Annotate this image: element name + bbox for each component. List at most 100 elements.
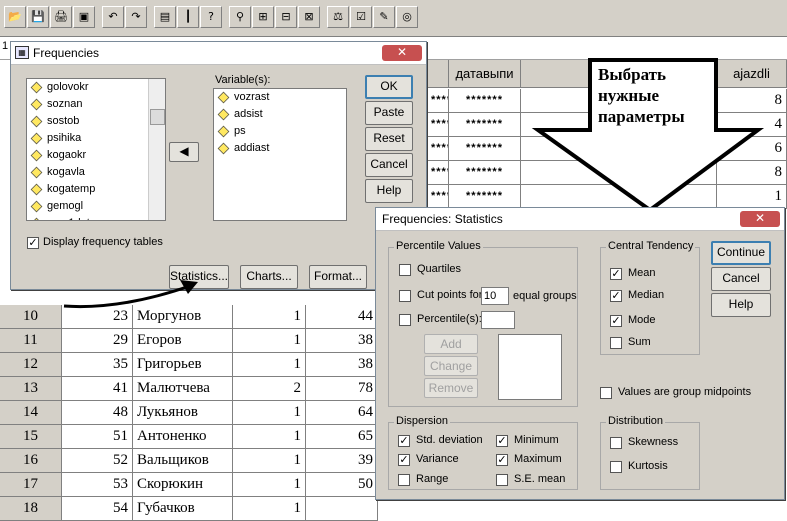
goto-case-icon[interactable]: ┃ <box>177 6 199 28</box>
row-number[interactable]: 12 <box>0 353 62 377</box>
table-cell[interactable]: 64 <box>306 401 378 425</box>
skewness-checkbox[interactable] <box>610 437 622 449</box>
table-cell[interactable]: ******* <box>449 185 521 209</box>
add-button[interactable]: Add <box>424 334 478 354</box>
column-header[interactable]: датавыпи <box>449 60 521 88</box>
selected-variable-item[interactable]: addiast <box>214 140 346 157</box>
table-cell[interactable]: Скорюкин <box>133 473 233 497</box>
table-cell[interactable]: 35 <box>62 353 133 377</box>
kurtosis-checkbox[interactable] <box>610 461 622 473</box>
cancel-button[interactable]: Cancel <box>365 153 413 177</box>
open-icon[interactable]: 📂 <box>4 6 26 28</box>
find-icon[interactable]: ⚲ <box>229 6 251 28</box>
table-cell[interactable]: ******* <box>427 89 449 113</box>
minimum-checkbox[interactable]: ✓ <box>496 435 508 447</box>
select-cases-icon[interactable]: ☑ <box>350 6 372 28</box>
percentiles-checkbox[interactable] <box>399 314 411 326</box>
row-number[interactable]: 13 <box>0 377 62 401</box>
variable-list-item[interactable]: golovokr <box>27 79 165 96</box>
table-cell[interactable]: Егоров <box>133 329 233 353</box>
cut-points-checkbox[interactable] <box>399 290 411 302</box>
table-cell[interactable]: ******* <box>427 137 449 161</box>
table-cell[interactable]: ******* <box>427 113 449 137</box>
table-cell[interactable]: 38 <box>306 329 378 353</box>
selected-variable-list[interactable]: vozrast adsist ps addiast <box>213 88 347 221</box>
table-row[interactable]: 18 54 Губачков 1 <box>0 497 787 521</box>
median-checkbox[interactable]: ✓ <box>610 290 622 302</box>
cancel-button[interactable]: Cancel <box>711 267 771 291</box>
table-cell[interactable]: 78 <box>306 377 378 401</box>
table-cell[interactable] <box>306 497 378 521</box>
close-button[interactable]: ✕ <box>740 211 780 227</box>
variable-list-item[interactable]: sostob <box>27 113 165 130</box>
continue-button[interactable]: Continue <box>711 241 771 265</box>
variable-list-item[interactable]: psihika <box>27 130 165 147</box>
quartiles-checkbox[interactable] <box>399 264 411 276</box>
table-cell[interactable]: 51 <box>62 425 133 449</box>
move-variable-button[interactable]: ◀ <box>169 142 199 162</box>
save-icon[interactable]: 💾 <box>27 6 49 28</box>
goto-chart-icon[interactable]: ▤ <box>154 6 176 28</box>
source-variable-list[interactable]: golovokr soznan sostob psihika kogaokr kogavl… <box>26 78 166 221</box>
variable-list-item[interactable]: kogavla <box>27 164 165 181</box>
maximum-checkbox[interactable]: ✓ <box>496 454 508 466</box>
table-cell[interactable]: ******* <box>427 185 449 209</box>
table-cell[interactable]: 1 <box>233 353 306 377</box>
help-button[interactable]: Help <box>711 293 771 317</box>
remove-button[interactable]: Remove <box>424 378 478 398</box>
help-button[interactable]: Help <box>365 179 413 203</box>
table-cell[interactable]: Антоненко <box>133 425 233 449</box>
table-cell[interactable]: ******* <box>427 161 449 185</box>
paste-button[interactable]: Paste <box>365 101 413 125</box>
std-deviation-checkbox[interactable]: ✓ <box>398 435 410 447</box>
table-cell[interactable]: 50 <box>306 473 378 497</box>
split-file-icon[interactable]: ⊠ <box>298 6 320 28</box>
se-mean-checkbox[interactable] <box>496 474 508 486</box>
table-cell[interactable]: Малютчева <box>133 377 233 401</box>
table-cell[interactable]: 29 <box>62 329 133 353</box>
table-cell[interactable]: ******* <box>449 113 521 137</box>
group-midpoints-checkbox[interactable] <box>600 387 612 399</box>
table-cell[interactable]: 1 <box>233 473 306 497</box>
table-cell[interactable]: ******* <box>449 89 521 113</box>
table-cell[interactable]: 38 <box>306 353 378 377</box>
table-cell[interactable]: 1 <box>233 425 306 449</box>
table-cell[interactable]: 1 <box>233 497 306 521</box>
table-cell[interactable]: Григорьев <box>133 353 233 377</box>
table-cell[interactable]: 1 <box>233 329 306 353</box>
range-checkbox[interactable] <box>398 474 410 486</box>
scrollbar[interactable] <box>148 79 165 220</box>
table-cell[interactable]: 2 <box>233 377 306 401</box>
format-button[interactable]: Format... <box>309 265 367 289</box>
row-number[interactable]: 16 <box>0 449 62 473</box>
variable-list-item[interactable]: gem1date <box>27 215 165 220</box>
table-cell[interactable]: ******* <box>449 161 521 185</box>
table-cell[interactable]: Лукьянов <box>133 401 233 425</box>
use-sets-icon[interactable]: ◎ <box>396 6 418 28</box>
percentile-input[interactable] <box>481 311 515 329</box>
row-number[interactable]: 10 <box>0 305 62 329</box>
redo-icon[interactable]: ↷ <box>125 6 147 28</box>
insert-variable-icon[interactable]: ⊟ <box>275 6 297 28</box>
variables-icon[interactable]: ? <box>200 6 222 28</box>
value-labels-icon[interactable]: ✎ <box>373 6 395 28</box>
row-number[interactable]: 14 <box>0 401 62 425</box>
sum-checkbox[interactable] <box>610 337 622 349</box>
row-number[interactable]: 11 <box>0 329 62 353</box>
table-cell[interactable]: 53 <box>62 473 133 497</box>
table-cell[interactable]: 54 <box>62 497 133 521</box>
variable-list-item[interactable]: kogatemp <box>27 181 165 198</box>
frequencies-titlebar[interactable]: ▦ Frequencies ✕ <box>11 42 426 65</box>
reset-button[interactable]: Reset <box>365 127 413 151</box>
close-button[interactable]: ✕ <box>382 45 422 61</box>
insert-cases-icon[interactable]: ⊞ <box>252 6 274 28</box>
dialog-recall-icon[interactable]: ▣ <box>73 6 95 28</box>
print-icon[interactable]: 🖨 <box>50 6 72 28</box>
selected-variable-item[interactable]: vozrast <box>214 89 346 106</box>
table-cell[interactable]: 44 <box>306 305 378 329</box>
table-cell[interactable]: 1 <box>233 449 306 473</box>
table-cell[interactable]: 41 <box>62 377 133 401</box>
scroll-thumb[interactable] <box>150 109 165 125</box>
charts-button[interactable]: Charts... <box>240 265 298 289</box>
table-cell[interactable]: Губачков <box>133 497 233 521</box>
